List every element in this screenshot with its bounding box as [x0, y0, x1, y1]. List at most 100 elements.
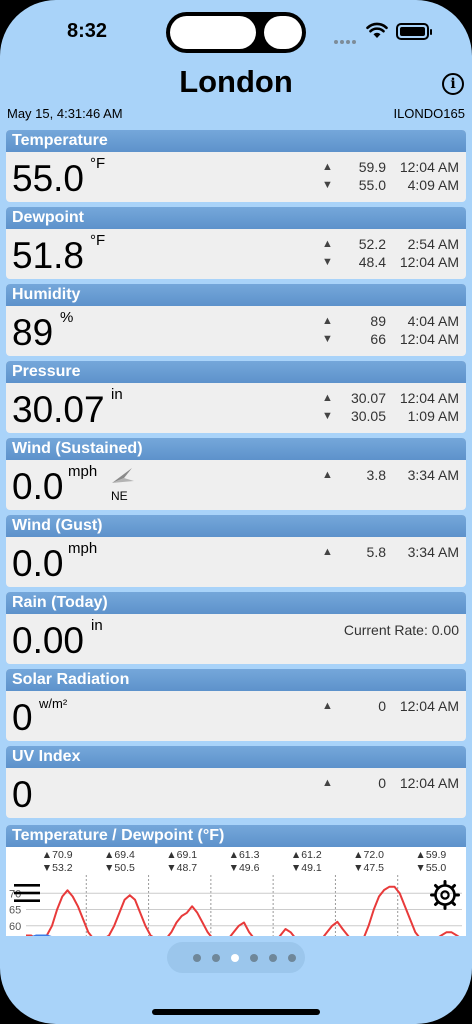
- day-low-label: ▼49.1: [291, 862, 322, 874]
- page-dot[interactable]: [288, 954, 296, 962]
- hi-arrow: ▲: [322, 546, 333, 558]
- rain-card[interactable]: Rain (Today) 0.00 in Current Rate: 0.00: [6, 592, 466, 664]
- solar-radiation-card[interactable]: Solar Radiation 0 w/m² ▲ 0 12:04 AM: [6, 669, 466, 741]
- day-low-label: ▼50.5: [104, 862, 135, 874]
- unit-label: in: [91, 617, 103, 634]
- wind-direction-arrow-icon: [112, 468, 134, 483]
- unit-label: mph: [68, 463, 98, 480]
- current-value: 0.00: [12, 620, 85, 661]
- dynamic-island: [166, 12, 306, 53]
- page-dot[interactable]: [269, 954, 277, 962]
- wind-gust-card[interactable]: Wind (Gust) 0.0 mph ▲ 5.8 3:34 AM: [6, 515, 466, 587]
- day-low-label: ▼47.5: [353, 862, 384, 874]
- temperature-dewpoint-chart-card[interactable]: Temperature / Dewpoint (°F) ▲70.9 ▼53.2 ▲6…: [6, 825, 466, 936]
- current-rate: Current Rate: 0.00: [343, 622, 459, 638]
- page-dot[interactable]: [212, 954, 220, 962]
- high-time: 3:34 AM: [407, 544, 459, 560]
- unit-label: %: [60, 309, 74, 326]
- unit-label: w/m²: [39, 696, 68, 711]
- low-time: 4:09 AM: [407, 177, 459, 193]
- low-value: 55.0: [358, 177, 386, 193]
- current-value: 0: [12, 774, 33, 815]
- card-title: UV Index: [6, 746, 466, 768]
- card-title: Rain (Today): [6, 592, 466, 614]
- observation-datetime: May 15, 4:31:46 AM: [7, 106, 123, 121]
- pressure-card[interactable]: Pressure 30.07 in ▲ ▼ 30.07 30.05 12:04 AM…: [6, 361, 466, 433]
- wind-sustained-card[interactable]: Wind (Sustained) 0.0 mph NE ▲ 3.8 3:34 A…: [6, 438, 466, 510]
- dewpoint-card[interactable]: Dewpoint 51.8 °F ▲ ▼ 52.2 48.4 2:54 AM 12:0…: [6, 207, 466, 279]
- day-high-label: ▲72.0: [353, 849, 384, 861]
- hi-lo-arrows: ▲ ▼: [322, 238, 333, 268]
- station-id: ILONDO165: [393, 106, 465, 121]
- day-high-label: ▲69.4: [104, 849, 135, 861]
- page-dot[interactable]: [231, 954, 239, 962]
- low-time: 12:04 AM: [399, 331, 459, 347]
- low-value: 48.4: [358, 254, 386, 270]
- high-time: 12:04 AM: [399, 775, 459, 791]
- unit-label: in: [111, 386, 123, 403]
- card-title: Solar Radiation: [6, 669, 466, 691]
- status-time: 8:32: [67, 20, 108, 42]
- day-high-label: ▲61.3: [229, 849, 260, 861]
- high-value: 30.07: [350, 390, 386, 406]
- hamburger-menu-icon[interactable]: [14, 883, 40, 903]
- temperature-card[interactable]: Temperature 55.0 °F ▲ ▼ 59.9 55.0 12:04 AM…: [6, 130, 466, 202]
- page-dot[interactable]: [193, 954, 201, 962]
- day-low-label: ▼55.0: [415, 862, 446, 874]
- hi-arrow: ▲: [322, 777, 333, 789]
- current-value: 0.0: [12, 466, 64, 507]
- day-low-label: ▼53.2: [42, 862, 73, 874]
- y-tick-label: 60: [9, 921, 21, 933]
- uv-index-card[interactable]: UV Index 0 ▲ 0 12:04 AM: [6, 746, 466, 818]
- day-high-label: ▲70.9: [42, 849, 73, 861]
- card-title: Wind (Sustained): [6, 438, 466, 460]
- high-value: 3.8: [366, 467, 386, 483]
- low-time: 12:04 AM: [399, 254, 459, 270]
- card-title: Wind (Gust): [6, 515, 466, 537]
- chart-title: Temperature / Dewpoint (°F): [6, 825, 466, 847]
- settings-gear-icon[interactable]: [430, 880, 460, 910]
- card-title: Dewpoint: [6, 207, 466, 229]
- day-low-label: ▼49.6: [229, 862, 260, 874]
- high-value: 0: [378, 775, 386, 791]
- high-time: 4:04 AM: [407, 313, 459, 329]
- hi-arrow: ▲: [322, 469, 333, 481]
- hi-lo-arrows: ▲ ▼: [322, 392, 333, 422]
- battery-icon: [396, 23, 432, 40]
- page-dot[interactable]: [250, 954, 258, 962]
- humidity-card[interactable]: Humidity 89 % ▲ ▼ 89 66 4:04 AM 12:04 AM: [6, 284, 466, 356]
- current-value: 89: [12, 312, 54, 353]
- card-title: Temperature: [6, 130, 466, 152]
- high-value: 0: [378, 698, 386, 714]
- current-value: 51.8: [12, 235, 85, 276]
- high-value: 59.9: [358, 159, 386, 175]
- low-value: 66: [370, 331, 386, 347]
- hi-lo-arrows: ▲ ▼: [322, 315, 333, 345]
- current-value: 0.0: [12, 543, 64, 584]
- current-value: 55.0: [12, 158, 85, 199]
- cellular-signal-icon: [334, 31, 358, 49]
- high-value: 89: [370, 313, 386, 329]
- day-high-label: ▲61.2: [291, 849, 322, 861]
- page-title: London: [179, 64, 293, 99]
- temperature-dewpoint-chart: ▲70.9▼53.2 ▲69.4▼50.5 ▲69.1▼48.7 ▲61.3▼49.6…: [6, 847, 466, 936]
- info-icon[interactable]: i: [442, 73, 464, 95]
- hi-lo-arrows: ▲ ▼: [322, 161, 333, 191]
- status-bar: 8:32: [0, 0, 472, 62]
- current-value: 30.07: [12, 389, 105, 430]
- page-indicator[interactable]: [167, 942, 305, 973]
- screen: 8:32 London i May 15, 4:31:46 AM ILONDO1…: [0, 0, 472, 1024]
- unit-label: mph: [68, 540, 98, 557]
- low-time: 1:09 AM: [407, 408, 459, 424]
- high-time: 3:34 AM: [407, 467, 459, 483]
- current-value: 0: [12, 697, 33, 738]
- card-title: Pressure: [6, 361, 466, 383]
- day-high-label: ▲59.9: [415, 849, 446, 861]
- wifi-icon: [366, 22, 388, 38]
- day-low-label: ▼48.7: [166, 862, 197, 874]
- high-time: 12:04 AM: [399, 698, 459, 714]
- wind-direction-label: NE: [111, 489, 128, 503]
- day-high-label: ▲69.1: [166, 849, 197, 861]
- unit-label: °F: [90, 155, 106, 172]
- home-indicator[interactable]: [152, 1009, 320, 1015]
